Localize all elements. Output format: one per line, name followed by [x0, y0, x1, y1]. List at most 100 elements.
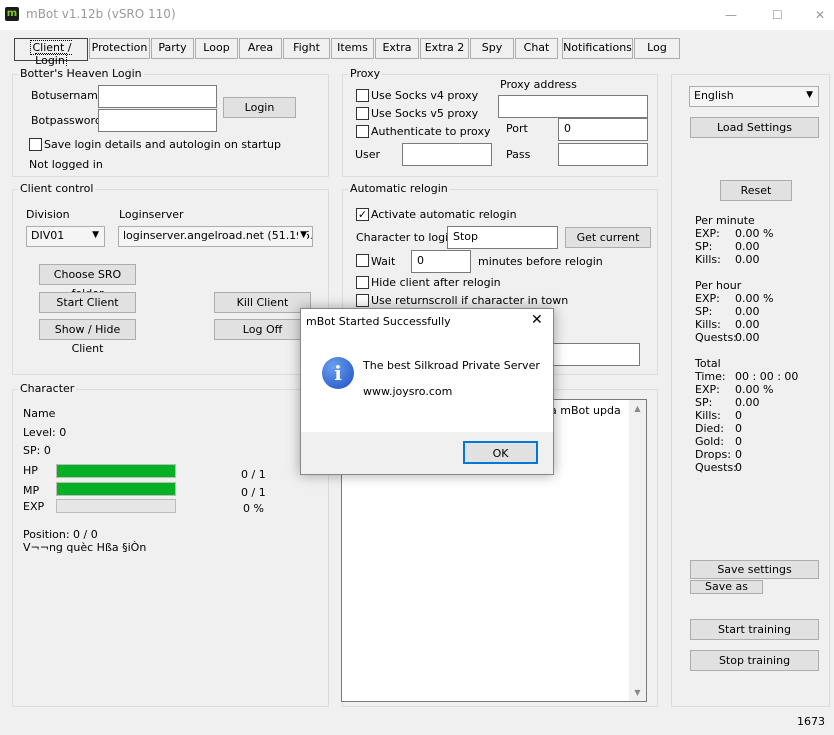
log-off-button[interactable]: Log Off [214, 319, 311, 340]
tab-chat[interactable]: Chat [515, 38, 558, 59]
proxy-group-title: Proxy [348, 67, 383, 80]
tab-loop[interactable]: Loop [195, 38, 238, 59]
dialog-url: www.joysro.com [363, 385, 453, 398]
save-login-label: Save login details and autologin on star… [44, 138, 281, 151]
total-died-label: Died: [695, 422, 724, 435]
tab-extra[interactable]: Extra [375, 38, 419, 59]
pass-input[interactable] [558, 143, 648, 166]
character-location: V¬¬ng quèc Hßa §iÒn [23, 541, 147, 554]
dialog-message: The best Silkroad Private Server [363, 359, 540, 372]
auth-proxy-label: Authenticate to proxy [371, 125, 491, 138]
activate-relogin-checkbox[interactable]: ✓ [356, 208, 369, 221]
user-input[interactable] [402, 143, 492, 166]
show-hide-client-button[interactable]: Show / Hide Client [39, 319, 136, 355]
wait-checkbox[interactable] [356, 254, 369, 267]
start-client-button[interactable]: Start Client [39, 292, 136, 313]
total-gold-value: 0 [735, 435, 742, 448]
per-hour-sp-value: 0.00 [735, 305, 760, 318]
mp-label: MP [23, 484, 40, 497]
tab-client-login[interactable]: Client / Login [14, 38, 88, 68]
log-scrollbar[interactable]: ▲ ▼ [629, 400, 646, 701]
username-input[interactable] [98, 85, 217, 108]
title-bar: m mBot v1.12b (vSRO 110) — ☐ ✕ [0, 0, 834, 30]
login-group-title: Botter's Heaven Login [18, 67, 144, 80]
hide-client-checkbox[interactable] [356, 276, 369, 289]
character-to-login-input[interactable]: Stop [447, 226, 558, 249]
per-minute-sp-value: 0.00 [735, 240, 760, 253]
per-hour-quests-value: 0.00 [735, 331, 760, 344]
tab-area[interactable]: Area [239, 38, 282, 59]
pass-label: Pass [506, 148, 531, 161]
mp-bar [56, 482, 176, 496]
stop-training-button[interactable]: Stop training [690, 650, 819, 671]
ok-button[interactable]: OK [463, 441, 538, 464]
socks5-checkbox[interactable] [356, 107, 369, 120]
total-sp-label: SP: [695, 396, 713, 409]
kill-client-button[interactable]: Kill Client [214, 292, 311, 313]
load-settings-button[interactable]: Load Settings [690, 117, 819, 138]
user-label: User [355, 148, 381, 161]
reset-button[interactable]: Reset [720, 180, 792, 201]
per-minute-kills-label: Kills: [695, 253, 721, 266]
save-login-checkbox[interactable] [29, 138, 42, 151]
activate-relogin-label: Activate automatic relogin [371, 208, 517, 221]
use-returnscroll-checkbox[interactable] [356, 294, 369, 307]
per-hour-exp-label: EXP: [695, 292, 720, 305]
mbot-app-icon: m [5, 7, 19, 21]
tab-party[interactable]: Party [151, 38, 194, 59]
port-input[interactable]: 0 [558, 118, 648, 141]
scroll-down-icon[interactable]: ▼ [629, 688, 646, 697]
total-time-label: Time: [695, 370, 726, 383]
proxy-address-input[interactable] [498, 95, 648, 118]
per-minute-exp-label: EXP: [695, 227, 720, 240]
per-hour-kills-label: Kills: [695, 318, 721, 331]
save-settings-button[interactable]: Save settings [690, 560, 819, 579]
tab-protection[interactable]: Protection [89, 38, 150, 59]
tab-fight[interactable]: Fight [283, 38, 330, 59]
exp-value: 0 % [243, 502, 264, 515]
minimize-icon[interactable]: — [725, 8, 737, 22]
total-exp-value: 0.00 % [735, 383, 774, 396]
total-drops-label: Drops: [695, 448, 731, 461]
loginserver-select[interactable]: loginserver.angelroad.net (51.195. ▼ [118, 226, 313, 247]
client-control-title: Client control [18, 182, 96, 195]
chevron-down-icon: ▼ [806, 90, 813, 100]
dialog-close-icon[interactable]: ✕ [531, 312, 543, 328]
character-name: Name [23, 407, 56, 420]
tab-extra-2[interactable]: Extra 2 [420, 38, 469, 59]
login-button[interactable]: Login [223, 97, 296, 118]
close-icon[interactable]: ✕ [815, 8, 825, 22]
total-exp-label: EXP: [695, 383, 720, 396]
auth-proxy-checkbox[interactable] [356, 125, 369, 138]
hide-client-label: Hide client after relogin [371, 276, 501, 289]
hp-label: HP [23, 464, 38, 477]
wait-minutes-input[interactable]: 0 [411, 250, 471, 273]
tab-notifications[interactable]: Notifications [562, 38, 633, 59]
start-training-button[interactable]: Start training [690, 619, 819, 640]
save-as-button[interactable]: Save as [690, 580, 763, 594]
tab-items[interactable]: Items [331, 38, 374, 59]
status-counter: 1673 [797, 715, 825, 728]
total-title: Total [695, 357, 721, 370]
tab-spy[interactable]: Spy [470, 38, 514, 59]
total-gold-label: Gold: [695, 435, 724, 448]
message-dialog: mBot Started Successfully ✕ i The best S… [300, 308, 554, 475]
username-label: Botusername [31, 89, 105, 102]
tab-log[interactable]: Log [634, 38, 680, 59]
character-position: Position: 0 / 0 [23, 528, 98, 541]
language-select[interactable]: English ▼ [689, 86, 819, 107]
scroll-up-icon[interactable]: ▲ [629, 404, 646, 413]
dialog-footer: OK [301, 432, 553, 474]
per-hour-sp-label: SP: [695, 305, 713, 318]
maximize-icon[interactable]: ☐ [772, 8, 783, 22]
division-select[interactable]: DIV01 ▼ [26, 226, 105, 247]
choose-sro-folder-button[interactable]: Choose SRO folder [39, 264, 136, 300]
character-level: Level: 0 [23, 426, 67, 439]
socks4-checkbox[interactable] [356, 89, 369, 102]
password-input[interactable] [98, 109, 217, 132]
hp-value: 0 / 1 [241, 468, 266, 481]
total-kills-label: Kills: [695, 409, 721, 422]
total-kills-value: 0 [735, 409, 742, 422]
chevron-down-icon: ▼ [92, 230, 99, 240]
get-current-button[interactable]: Get current [565, 227, 651, 248]
